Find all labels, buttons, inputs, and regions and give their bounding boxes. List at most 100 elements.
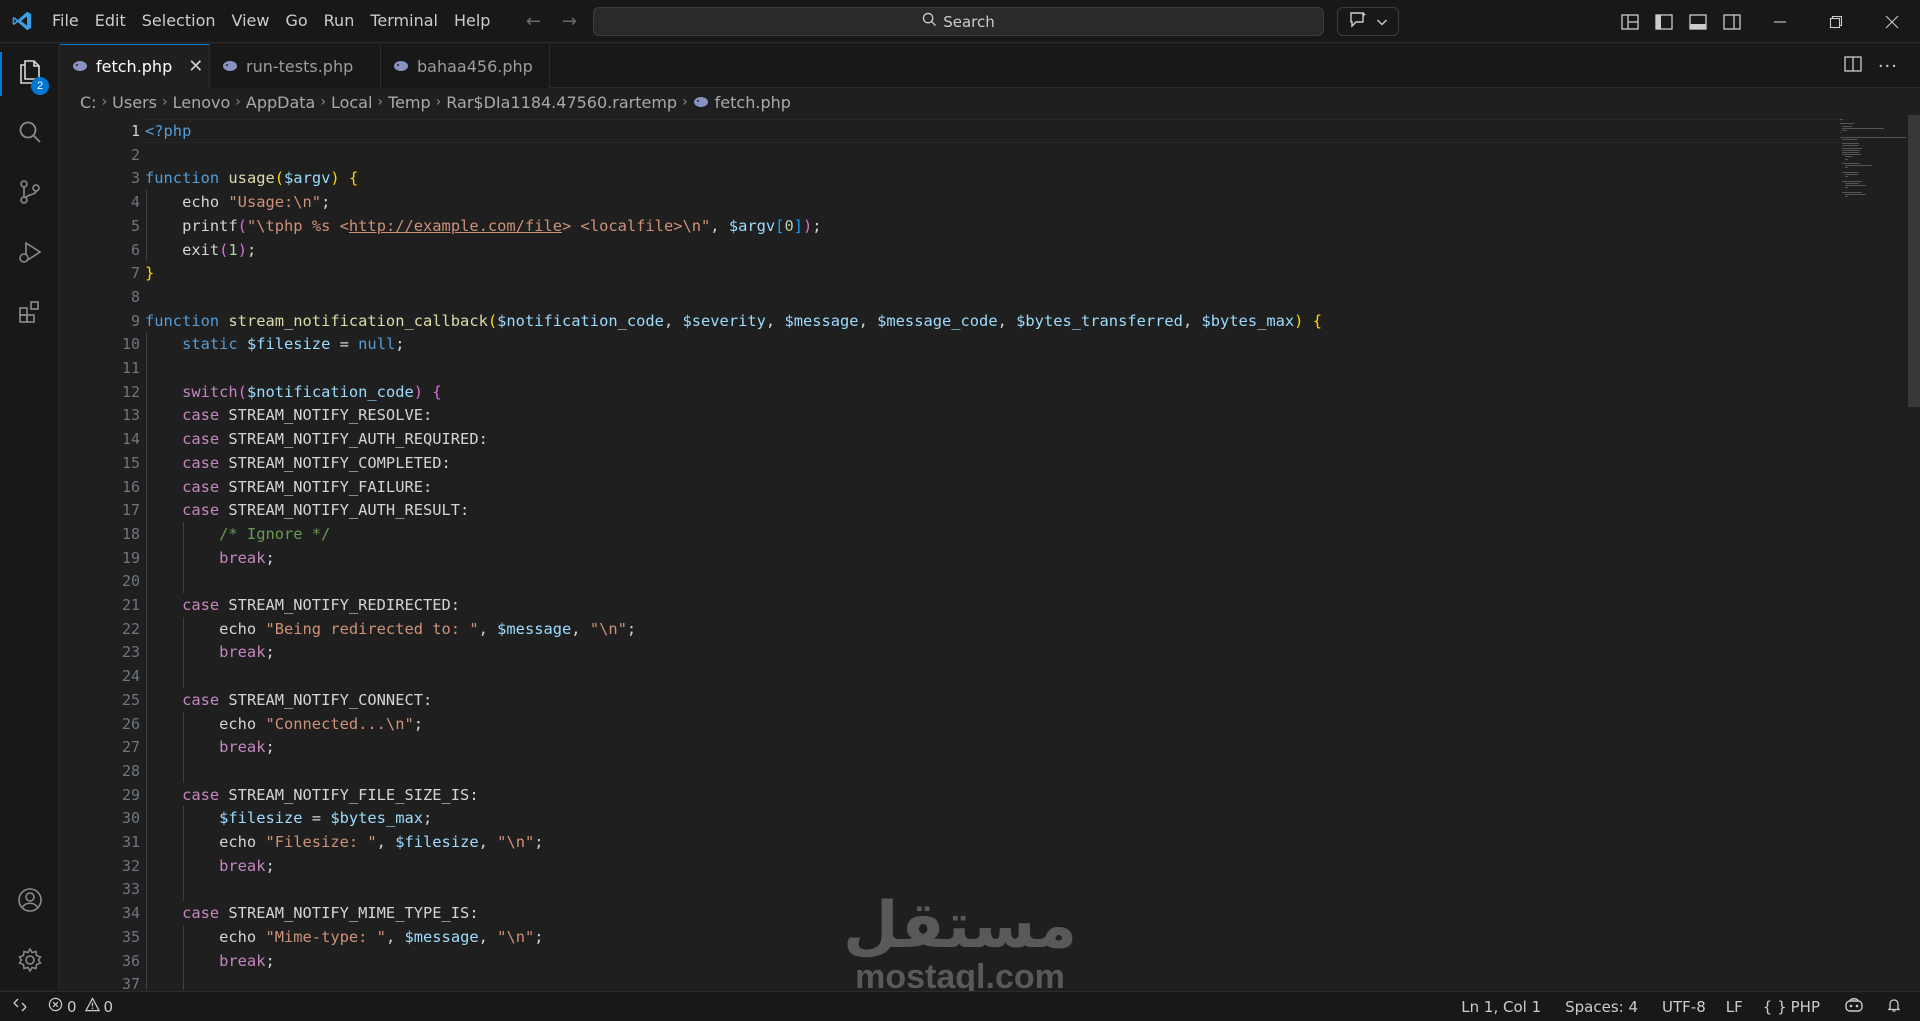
breadcrumb-item[interactable]: Local bbox=[331, 93, 372, 112]
toggle-panel-icon[interactable] bbox=[1686, 10, 1710, 34]
vertical-scrollbar[interactable] bbox=[1905, 115, 1920, 990]
accounts-button[interactable] bbox=[0, 872, 59, 932]
code-line[interactable]: break; bbox=[145, 640, 275, 664]
code-token: printf bbox=[145, 216, 238, 235]
split-editor-icon[interactable] bbox=[1844, 55, 1862, 77]
code-line[interactable]: case STREAM_NOTIFY_RESOLVE: bbox=[145, 403, 432, 427]
remote-indicator[interactable] bbox=[0, 992, 40, 1021]
tab-fetch-php[interactable]: fetch.php ✕ bbox=[60, 44, 210, 88]
line-number: 34 bbox=[121, 904, 140, 923]
menu-run[interactable]: Run bbox=[316, 6, 363, 36]
toggle-secondary-sidebar-icon[interactable] bbox=[1720, 10, 1744, 34]
breadcrumb-item[interactable]: C: bbox=[80, 93, 97, 112]
search-view-button[interactable] bbox=[0, 104, 59, 164]
manage-button[interactable] bbox=[0, 932, 59, 992]
code-line[interactable]: function usage($argv) { bbox=[145, 166, 358, 190]
code-line[interactable]: } bbox=[145, 261, 154, 285]
code-editor[interactable]: 1 2 3 4 5 6 7 8 9 10 11 12 13 14 15 16 17 18 19 20 21 22 23 24 2… bbox=[60, 115, 1920, 990]
close-icon[interactable]: ✕ bbox=[188, 56, 203, 77]
language-mode[interactable]: { } PHP bbox=[1755, 998, 1828, 1016]
code-line[interactable]: case STREAM_NOTIFY_FILE_SIZE_IS: bbox=[145, 783, 479, 807]
code-token: case bbox=[145, 501, 229, 520]
code-line[interactable]: case STREAM_NOTIFY_REDIRECTED: bbox=[145, 593, 460, 617]
encoding[interactable]: UTF-8 bbox=[1654, 998, 1714, 1016]
explorer-button[interactable]: 2 bbox=[0, 44, 59, 104]
code-line[interactable]: static $filesize = null; bbox=[145, 332, 404, 356]
menu-file[interactable]: File bbox=[44, 6, 87, 36]
menu-view[interactable]: View bbox=[224, 6, 278, 36]
code-line[interactable]: $filesize = $bytes_max; bbox=[145, 806, 432, 830]
code-line[interactable]: echo "Being redirected to: ", $message, … bbox=[145, 617, 636, 641]
breadcrumb-item[interactable]: Rar$DIa1184.47560.rartemp bbox=[446, 93, 677, 112]
copilot-status[interactable] bbox=[1836, 997, 1872, 1017]
back-arrow-icon[interactable]: ← bbox=[522, 11, 544, 32]
code-line[interactable]: function stream_notification_callback($n… bbox=[145, 309, 1322, 333]
indentation[interactable]: Spaces: 4 bbox=[1557, 998, 1646, 1016]
extensions-button[interactable] bbox=[0, 284, 59, 344]
end-of-line[interactable]: LF bbox=[1718, 998, 1751, 1016]
run-debug-button[interactable] bbox=[0, 224, 59, 284]
command-center-search[interactable]: Search bbox=[593, 7, 1324, 36]
copilot-chat-button[interactable] bbox=[1337, 7, 1399, 36]
code-token: , bbox=[710, 216, 729, 235]
tab-bahaa456-php[interactable]: bahaa456.php bbox=[381, 44, 550, 88]
line-number: 2 bbox=[130, 145, 140, 164]
menu-help[interactable]: Help bbox=[446, 6, 498, 36]
line-number: 30 bbox=[121, 809, 140, 828]
code-line[interactable]: switch($notification_code) { bbox=[145, 380, 442, 404]
code-line[interactable]: case STREAM_NOTIFY_FAILURE: bbox=[145, 475, 432, 499]
menu-terminal[interactable]: Terminal bbox=[362, 6, 446, 36]
menu-go[interactable]: Go bbox=[277, 6, 315, 36]
code-token: ; bbox=[534, 927, 544, 946]
code-token: 0 bbox=[784, 216, 794, 235]
source-control-button[interactable] bbox=[0, 164, 59, 224]
code-line[interactable]: printf("\tphp %s <http://example.com/fil… bbox=[145, 214, 822, 238]
code-line[interactable]: case STREAM_NOTIFY_CONNECT: bbox=[145, 688, 432, 712]
code-line[interactable]: case STREAM_NOTIFY_AUTH_REQUIRED: bbox=[145, 427, 488, 451]
code-line[interactable]: /* Ignore */ bbox=[145, 522, 330, 546]
code-line[interactable]: echo "Usage:\n"; bbox=[145, 190, 330, 214]
code-token: static bbox=[145, 335, 247, 354]
breadcrumb-item[interactable]: Users bbox=[112, 93, 157, 112]
error-count: 0 bbox=[67, 997, 77, 1016]
minimize-icon[interactable] bbox=[1752, 0, 1808, 43]
code-line[interactable]: echo "Connected...\n"; bbox=[145, 712, 423, 736]
code-line[interactable]: break; bbox=[145, 854, 275, 878]
code-line[interactable]: break; bbox=[145, 735, 275, 759]
code-line[interactable]: echo "Filesize: ", $filesize, "\n"; bbox=[145, 830, 543, 854]
code-line[interactable]: echo "Mime-type: ", $message, "\n"; bbox=[145, 925, 544, 949]
scrollbar-thumb[interactable] bbox=[1908, 115, 1920, 407]
cursor-position[interactable]: Ln 1, Col 1 bbox=[1453, 998, 1549, 1016]
tab-run-tests-php[interactable]: run-tests.php bbox=[210, 44, 381, 88]
title-bar: File Edit Selection View Go Run Terminal… bbox=[0, 0, 1920, 43]
code-line[interactable]: case STREAM_NOTIFY_COMPLETED: bbox=[145, 451, 451, 475]
warning-count: 0 bbox=[103, 997, 114, 1016]
menu-selection[interactable]: Selection bbox=[134, 6, 224, 36]
minimap[interactable] bbox=[1840, 115, 1912, 990]
customize-layout-icon[interactable] bbox=[1618, 10, 1642, 34]
error-icon bbox=[48, 997, 63, 1016]
problems-indicator[interactable]: 0 0 bbox=[40, 997, 121, 1016]
code-token: STREAM_NOTIFY_AUTH_REQUIRED: bbox=[228, 430, 488, 449]
code-line[interactable]: <?php bbox=[145, 119, 191, 143]
bell-icon bbox=[1886, 997, 1902, 1017]
code-line[interactable]: exit(1); bbox=[145, 238, 256, 262]
menu-edit[interactable]: Edit bbox=[87, 6, 134, 36]
code-area[interactable]: <?php function usage($argv) { echo "Usage… bbox=[145, 115, 1835, 990]
close-window-icon[interactable] bbox=[1864, 0, 1920, 43]
search-icon bbox=[16, 118, 44, 150]
restore-icon[interactable] bbox=[1808, 0, 1864, 43]
code-line[interactable]: case STREAM_NOTIFY_MIME_TYPE_IS: bbox=[145, 901, 479, 925]
breadcrumb-item[interactable]: Lenovo bbox=[173, 93, 231, 112]
toggle-primary-sidebar-icon[interactable] bbox=[1652, 10, 1676, 34]
code-line[interactable]: case STREAM_NOTIFY_AUTH_RESULT: bbox=[145, 498, 469, 522]
notifications[interactable] bbox=[1878, 997, 1910, 1017]
forward-arrow-icon[interactable]: → bbox=[558, 11, 580, 32]
code-line[interactable]: break; bbox=[145, 546, 275, 570]
breadcrumb-item[interactable]: AppData bbox=[246, 93, 315, 112]
code-token: ; bbox=[812, 216, 822, 235]
more-actions-icon[interactable]: ··· bbox=[1878, 56, 1898, 77]
breadcrumb-item[interactable]: Temp bbox=[388, 93, 431, 112]
code-line[interactable]: break; bbox=[145, 949, 275, 973]
breadcrumb-item[interactable]: fetch.php bbox=[715, 93, 791, 112]
